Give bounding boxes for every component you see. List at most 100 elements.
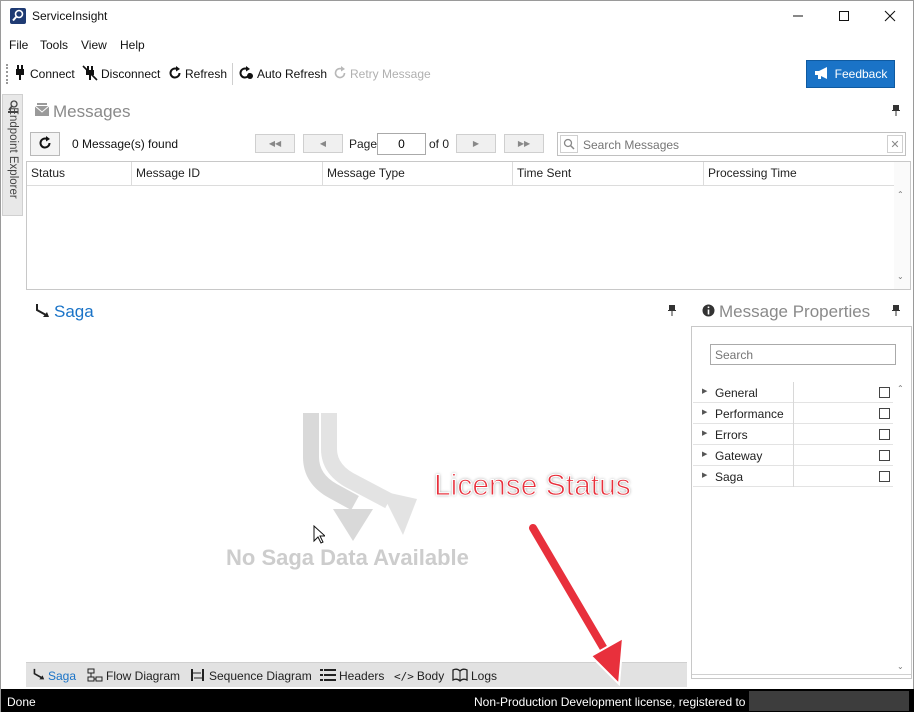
property-category-performance[interactable]: ▶ Performance <box>693 403 893 424</box>
menu-help[interactable]: Help <box>120 38 145 52</box>
close-button[interactable] <box>867 1 913 31</box>
unplug-icon <box>82 64 98 84</box>
endpoint-explorer-label: Endpoint Explorer <box>7 107 19 199</box>
last-page-icon: ▶▶ <box>517 139 531 148</box>
toolbar-grip[interactable] <box>6 64 9 84</box>
app-window: ServiceInsight File Tools View Help Conn… <box>0 0 914 712</box>
license-status-annotation: License Status <box>434 469 632 503</box>
redacted-license-holder <box>749 691 909 711</box>
grid-header: Status Message ID Message Type Time Sent… <box>27 162 895 186</box>
refresh-label: Refresh <box>185 67 228 81</box>
saga-pin-icon[interactable] <box>668 305 676 319</box>
megaphone-icon <box>814 66 830 83</box>
property-category-saga[interactable]: ▶ Saga <box>693 466 893 487</box>
column-divider <box>793 466 794 487</box>
messages-title: Messages <box>53 102 131 121</box>
flow-diagram-icon <box>87 668 103 685</box>
messages-refresh-button[interactable] <box>30 132 60 156</box>
messages-icon <box>34 103 50 120</box>
column-divider <box>793 445 794 466</box>
clear-search-icon[interactable]: ✕ <box>887 135 903 153</box>
column-processing-time[interactable]: Processing Time <box>704 162 895 186</box>
tab-body[interactable]: </> Body <box>394 667 444 685</box>
properties-pin-icon[interactable] <box>892 305 900 319</box>
scroll-up-icon[interactable]: ⌃ <box>897 384 904 393</box>
tab-body-label: Body <box>416 669 445 683</box>
expand-icon[interactable]: ▶ <box>702 408 707 416</box>
property-category-errors[interactable]: ▶ Errors <box>693 424 893 445</box>
tab-flow-diagram[interactable]: Flow Diagram <box>87 667 180 685</box>
tab-saga[interactable]: Saga <box>32 667 76 685</box>
page-label: Page <box>349 137 378 151</box>
expand-icon[interactable]: ▶ <box>702 387 707 395</box>
expand-icon[interactable]: ▶ <box>702 471 707 479</box>
expand-icon[interactable]: ▶ <box>702 429 707 437</box>
window-title: ServiceInsight <box>32 9 108 23</box>
category-label: Errors <box>715 428 748 442</box>
column-time-sent[interactable]: Time Sent <box>513 162 704 186</box>
first-page-button[interactable]: ◀◀ <box>255 134 295 153</box>
retry-message-button[interactable]: Retry Message <box>333 64 431 84</box>
tab-sequence-diagram[interactable]: Sequence Diagram <box>190 667 312 685</box>
license-status-text: Non-Production Development license, regi… <box>474 695 746 709</box>
book-icon <box>452 668 468 685</box>
grid-scrollbar[interactable]: ⌃ ⌄ <box>894 162 910 289</box>
column-status[interactable]: Status <box>27 162 132 186</box>
info-icon <box>702 304 715 320</box>
connect-label: Connect <box>30 67 75 81</box>
refresh-icon <box>38 135 52 153</box>
endpoint-explorer-tab[interactable]: Endpoint Explorer <box>2 94 23 216</box>
search-messages-input[interactable] <box>583 136 883 153</box>
menu-view[interactable]: View <box>81 38 107 52</box>
tab-logs[interactable]: Logs <box>452 667 497 685</box>
category-label: Saga <box>715 470 744 484</box>
scroll-down-icon[interactable]: ⌄ <box>897 662 904 671</box>
properties-scrollbar[interactable]: ⌃ ⌄ <box>894 382 910 679</box>
menu-tools[interactable]: Tools <box>40 38 68 52</box>
page-number-input[interactable] <box>377 133 426 155</box>
prev-page-icon: ◀ <box>319 139 327 148</box>
feedback-button[interactable]: Feedback <box>806 60 895 88</box>
expand-icon[interactable]: ▶ <box>702 450 707 458</box>
maximize-button[interactable] <box>821 1 867 31</box>
no-saga-message: No Saga Data Available <box>226 545 469 570</box>
retry-icon <box>333 65 347 83</box>
category-checkbox[interactable] <box>879 429 890 440</box>
property-category-general[interactable]: ▶ General <box>693 382 893 403</box>
message-properties-panel: ▶ General ▶ Performance ▶ Errors ▶ Gatew… <box>691 326 912 679</box>
next-page-button[interactable]: ▶ <box>456 134 496 153</box>
category-checkbox[interactable] <box>879 408 890 419</box>
prev-page-button[interactable]: ◀ <box>303 134 343 153</box>
properties-list: ▶ General ▶ Performance ▶ Errors ▶ Gatew… <box>693 382 893 487</box>
feedback-label: Feedback <box>834 67 888 81</box>
category-checkbox[interactable] <box>879 387 890 398</box>
disconnect-button[interactable]: Disconnect <box>82 64 160 84</box>
search-icon <box>560 135 578 153</box>
connect-button[interactable]: Connect <box>13 64 75 84</box>
tab-logs-label: Logs <box>471 669 498 683</box>
scroll-down-icon[interactable]: ⌄ <box>897 272 904 281</box>
category-checkbox[interactable] <box>879 471 890 482</box>
saga-icon <box>34 303 50 322</box>
tab-headers[interactable]: Headers <box>320 667 384 685</box>
saga-icon <box>32 668 45 684</box>
message-search-box[interactable]: ✕ <box>557 132 906 156</box>
last-page-button[interactable]: ▶▶ <box>504 134 544 153</box>
properties-divider <box>692 674 911 675</box>
message-properties-title: Message Properties <box>719 302 871 321</box>
category-checkbox[interactable] <box>879 450 890 461</box>
column-message-id[interactable]: Message ID <box>132 162 323 186</box>
properties-search-input[interactable] <box>710 344 896 365</box>
refresh-button[interactable]: Refresh <box>168 64 227 84</box>
minimize-button[interactable] <box>775 1 821 31</box>
auto-refresh-button[interactable]: Auto Refresh <box>238 64 327 84</box>
category-label: General <box>715 386 758 400</box>
category-label: Gateway <box>715 449 763 463</box>
messages-pin-icon[interactable] <box>892 105 900 119</box>
auto-refresh-label: Auto Refresh <box>257 67 328 81</box>
property-category-gateway[interactable]: ▶ Gateway <box>693 445 893 466</box>
menu-file[interactable]: File <box>9 38 28 52</box>
messages-count: 0 Message(s) found <box>72 137 179 151</box>
column-message-type[interactable]: Message Type <box>323 162 513 186</box>
scroll-up-icon[interactable]: ⌃ <box>897 190 904 199</box>
